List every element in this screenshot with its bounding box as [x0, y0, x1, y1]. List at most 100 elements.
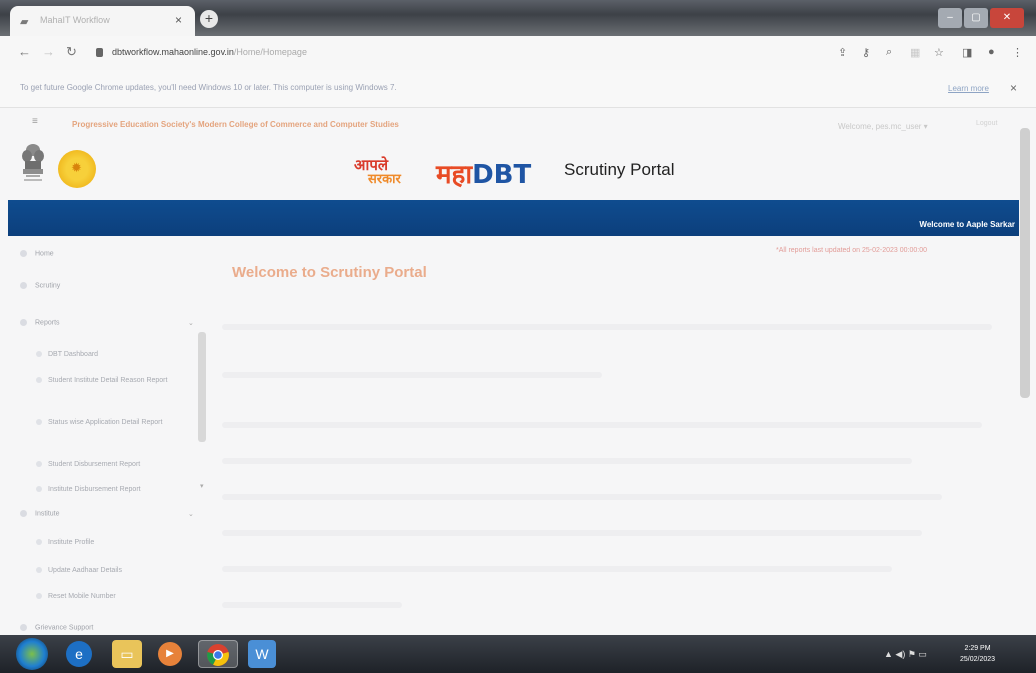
sidebar-subitem-label: Student Disbursement Report	[48, 461, 141, 468]
taskbar-clock[interactable]: 2:29 PM 25/02/2023	[960, 643, 995, 665]
sidebar-item-reports[interactable]: Reports	[20, 319, 60, 326]
sidebar-subitem-dbt-dashboard[interactable]: DBT Dashboard	[36, 348, 192, 361]
state-emblem-icon	[22, 144, 44, 181]
hamburger-menu-icon[interactable]: ≡	[32, 116, 38, 127]
side-panel-icon[interactable]: ◨	[962, 46, 972, 59]
tab-title: MahaIT Workflow	[40, 15, 110, 25]
maximize-icon[interactable]: ▢	[964, 8, 988, 28]
logout-link[interactable]: Logout	[976, 120, 997, 127]
bullet-icon	[36, 567, 42, 574]
sidebar-item-label: Scrutiny	[35, 282, 61, 290]
institute-icon	[20, 510, 27, 517]
close-window-icon[interactable]: ✕	[990, 8, 1024, 28]
lock-icon	[96, 48, 103, 57]
tab-favicon-icon: ▰	[20, 16, 29, 28]
welcome-banner-text: Welcome to Aaple Sarkar	[919, 220, 1015, 229]
update-infobar: To get future Google Chrome updates, you…	[0, 70, 1036, 108]
bullet-icon	[36, 539, 42, 546]
scrutiny-icon	[20, 282, 27, 289]
college-name: Progressive Education Society's Modern C…	[72, 120, 399, 129]
window-controls: – ▢ ✕	[938, 8, 1024, 28]
word-document-icon[interactable]: W	[248, 640, 276, 668]
main-content: *All reports last updated on 25-02-2023 …	[212, 236, 1012, 635]
sidebar-subitem-label: Institute Disbursement Report	[48, 486, 141, 493]
bullet-icon	[36, 351, 42, 358]
sidebar-item-label: Home	[35, 250, 54, 258]
institute-chevron-icon[interactable]: ⌄	[188, 510, 194, 518]
sidebar-subitem-label: Status wise Application Detail Report	[48, 419, 163, 426]
user-dropdown[interactable]: Welcome, pes.mc_user ▾	[838, 122, 928, 131]
sidebar-subitem-reset-mobile[interactable]: Reset Mobile Number	[36, 590, 192, 603]
aaple-logo-line2: सरकार	[368, 172, 401, 187]
reports-chevron-icon[interactable]: ⌄	[188, 319, 194, 327]
translate-icon[interactable]: ▦	[910, 46, 920, 59]
back-icon[interactable]: ←	[18, 44, 31, 59]
zoom-icon[interactable]: ⌕	[886, 46, 892, 59]
share-icon[interactable]: ⇪	[838, 46, 847, 59]
infobar-close-icon[interactable]: ×	[1010, 81, 1017, 95]
sidebar-subitem-label: Student Institute Detail Reason Report	[48, 377, 168, 384]
sidebar-item-scrutiny[interactable]: Scrutiny	[20, 282, 60, 289]
url-input[interactable]: dbtworkflow.mahaonline.gov.in/Home/Homep…	[112, 47, 307, 57]
bullet-icon	[36, 419, 42, 426]
windows-taskbar: e ▭ ▶ W ▲ ◀) ⚑ ▭ 2:29 PM 25/02/2023	[0, 635, 1036, 673]
faded-content-line	[222, 372, 602, 378]
faded-content-line	[222, 422, 982, 428]
sidebar-subitem-student-disbursement[interactable]: Student Disbursement Report	[36, 458, 192, 471]
portal-title: Scrutiny Portal	[564, 160, 675, 179]
clock-date: 25/02/2023	[960, 656, 996, 663]
sidebar-nav: Home Scrutiny Reports ⌄ DBT Dashboard St…	[0, 236, 212, 635]
sidebar-subitem-institute-profile[interactable]: Institute Profile	[36, 536, 192, 549]
address-bar-row: ← → ↻ dbtworkflow.mahaonline.gov.in/Home…	[0, 36, 1036, 70]
chrome-taskbar-icon[interactable]	[198, 640, 238, 668]
welcome-banner: Welcome to Aaple Sarkar	[8, 200, 1019, 236]
reports-update-note: *All reports last updated on 25-02-2023 …	[776, 247, 927, 254]
sidebar-subitem-institute-disbursement[interactable]: Institute Disbursement Report	[36, 483, 192, 496]
browser-tab[interactable]: ▰ MahaIT Workflow ×	[10, 6, 195, 36]
aaple-sarkar-logo: आपले सरकार	[352, 155, 424, 189]
reload-icon[interactable]: ↻	[66, 44, 77, 60]
sidebar-subitem-label: Update Aadhaar Details	[48, 567, 122, 574]
browser-tabbar: ▰ MahaIT Workflow × + – ▢ ✕	[0, 0, 1036, 36]
system-tray-icons[interactable]: ▲ ◀) ⚑ ▭	[884, 649, 927, 660]
mahadbt-logo-dbt: DBT	[472, 160, 532, 190]
sidebar-subitem-label: DBT Dashboard	[48, 351, 99, 358]
media-player-icon[interactable]: ▶	[158, 642, 182, 666]
sidebar-subitem-update-aadhaar[interactable]: Update Aadhaar Details	[36, 564, 192, 577]
minimize-icon[interactable]: –	[938, 8, 962, 28]
page-topstrip: ≡ Progressive Education Society's Modern…	[0, 108, 1036, 138]
sidebar-item-label: Reports	[35, 319, 60, 327]
sidebar-item-home[interactable]: Home	[20, 250, 54, 257]
url-path: /Home/Homepage	[233, 47, 307, 57]
internet-explorer-icon[interactable]: e	[66, 641, 92, 667]
mahadbt-logo-maha: महा	[436, 160, 473, 190]
reports-icon	[20, 319, 27, 326]
faded-content-line	[222, 566, 892, 572]
page-scrollbar[interactable]	[1020, 128, 1030, 398]
sidebar-item-support[interactable]: Grievance Support	[20, 624, 93, 631]
url-host: dbtworkflow.mahaonline.gov.in	[112, 47, 234, 57]
sidebar-item-label: Grievance Support	[35, 624, 94, 632]
profile-icon[interactable]: ●	[988, 46, 995, 58]
sidebar-subitem-label: Institute Profile	[48, 539, 95, 546]
scroll-down-icon[interactable]: ▾	[200, 482, 204, 490]
infobar-learn-more-link[interactable]: Learn more	[948, 84, 989, 93]
sidebar-subitem-student-institute-detail-reason[interactable]: Student Institute Detail Reason Report	[36, 374, 192, 387]
sidebar-subitem-status-wise-application[interactable]: Status wise Application Detail Report	[36, 416, 192, 429]
file-explorer-icon[interactable]: ▭	[112, 640, 142, 668]
faded-content-line	[222, 530, 922, 536]
bookmark-star-icon[interactable]: ☆	[934, 46, 944, 59]
tab-close-icon[interactable]: ×	[175, 13, 182, 27]
forward-icon[interactable]: →	[42, 44, 55, 59]
screen: ▰ MahaIT Workflow × + – ▢ ✕ ← → ↻ dbtwor…	[0, 0, 1036, 673]
sidebar-item-institute[interactable]: Institute	[20, 510, 60, 517]
sidebar-scrollbar[interactable]	[198, 332, 206, 442]
key-icon[interactable]: ⚷	[862, 46, 870, 59]
support-icon	[20, 624, 27, 631]
faded-content-line	[222, 602, 402, 608]
start-button-icon[interactable]	[16, 638, 48, 670]
new-tab-button[interactable]: +	[200, 10, 218, 28]
chrome-menu-icon[interactable]: ⋮	[1012, 46, 1023, 59]
seal-star-icon: ✹	[71, 160, 82, 175]
welcome-heading: Welcome to Scrutiny Portal	[232, 264, 427, 281]
